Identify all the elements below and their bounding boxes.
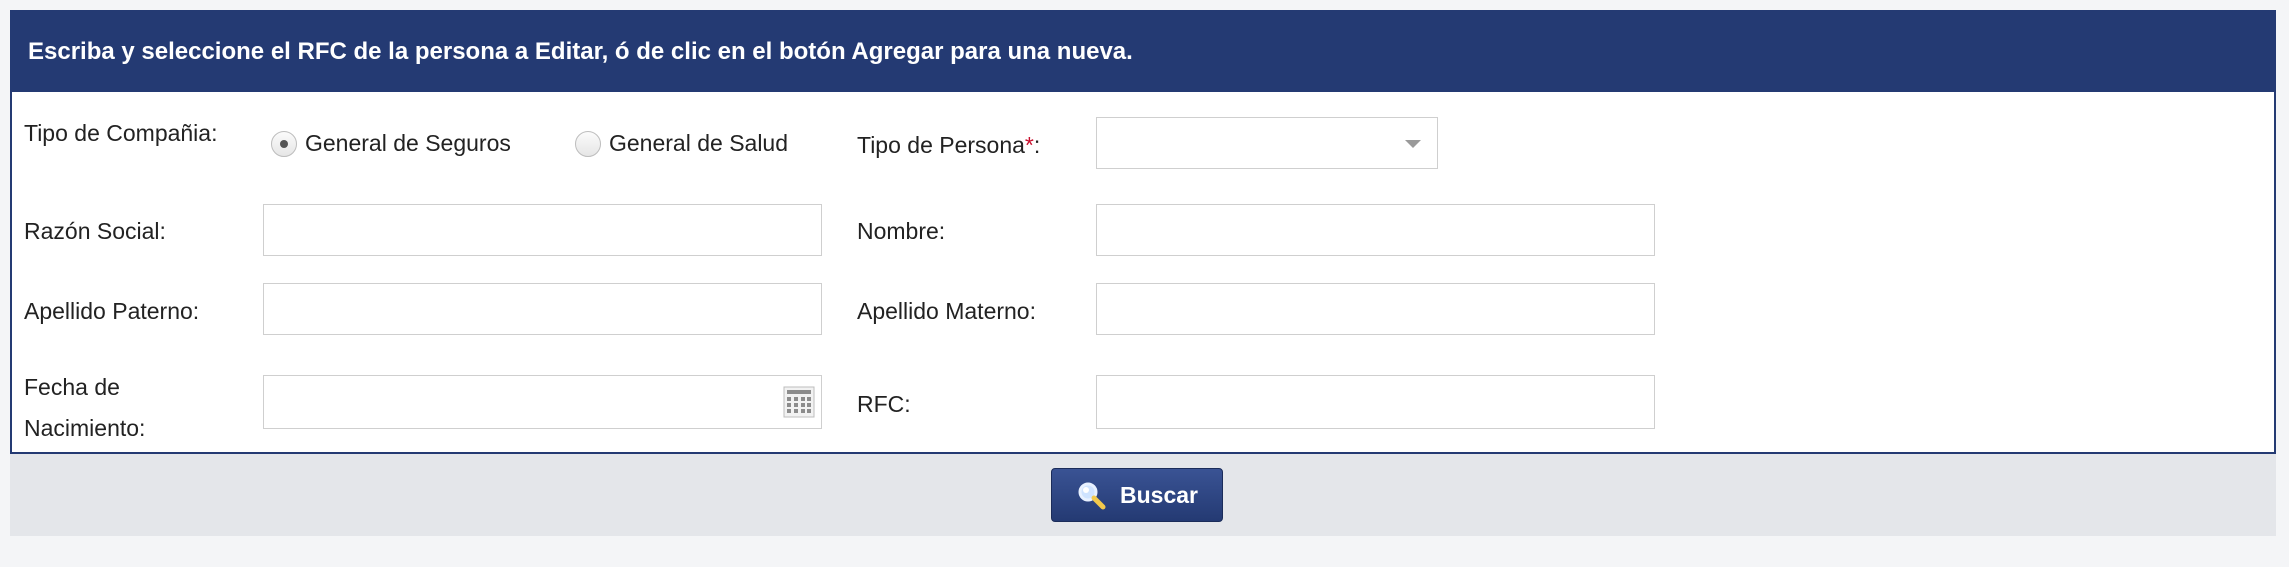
radio-general-salud-control[interactable] bbox=[575, 130, 601, 157]
apellido-paterno-label: Apellido Paterno: bbox=[24, 298, 200, 324]
radio-general-salud[interactable]: General de Salud bbox=[575, 130, 788, 157]
tipo-persona-select[interactable] bbox=[1096, 117, 1438, 169]
radio-selected-dot bbox=[280, 139, 288, 148]
rfc-label: RFC: bbox=[857, 391, 911, 417]
buscar-button[interactable]: Buscar bbox=[1051, 468, 1223, 522]
radio-general-salud-label: General de Salud bbox=[609, 130, 789, 156]
nombre-input[interactable] bbox=[1096, 204, 1655, 256]
razon-social-input[interactable] bbox=[263, 204, 822, 256]
panel-header-text: Escriba y seleccione el RFC de la person… bbox=[28, 38, 1133, 65]
radio-general-seguros-control[interactable] bbox=[271, 130, 297, 157]
fecha-nacimiento-input[interactable] bbox=[263, 375, 822, 429]
chevron-down-icon[interactable] bbox=[1405, 140, 1421, 148]
search-icon bbox=[1078, 482, 1106, 510]
fecha-nacimiento-label-line1: Fecha de bbox=[24, 374, 120, 400]
panel-header: Escriba y seleccione el RFC de la person… bbox=[12, 12, 2274, 92]
buscar-button-label: Buscar bbox=[1120, 481, 1198, 508]
tipo-persona-label-text: Tipo de Persona bbox=[857, 132, 1025, 158]
nombre-label: Nombre: bbox=[857, 218, 946, 244]
radio-general-seguros[interactable]: General de Seguros bbox=[271, 130, 511, 157]
apellido-materno-input[interactable] bbox=[1096, 283, 1655, 335]
apellido-materno-label: Apellido Materno: bbox=[857, 298, 1036, 324]
fecha-nacimiento-label-line2: Nacimiento: bbox=[24, 415, 146, 441]
apellido-paterno-input[interactable] bbox=[263, 283, 822, 335]
radio-general-seguros-label: General de Seguros bbox=[305, 130, 511, 156]
rfc-input[interactable] bbox=[1096, 375, 1655, 429]
tipo-persona-label-suffix: : bbox=[1033, 132, 1041, 158]
razon-social-label: Razón Social: bbox=[24, 218, 166, 244]
required-mark: * bbox=[1024, 132, 1034, 158]
tipo-compania-label: Tipo de Compañia: bbox=[24, 120, 218, 146]
tipo-persona-label: Tipo de Persona*: bbox=[857, 130, 1040, 160]
calendar-icon[interactable] bbox=[783, 386, 815, 418]
